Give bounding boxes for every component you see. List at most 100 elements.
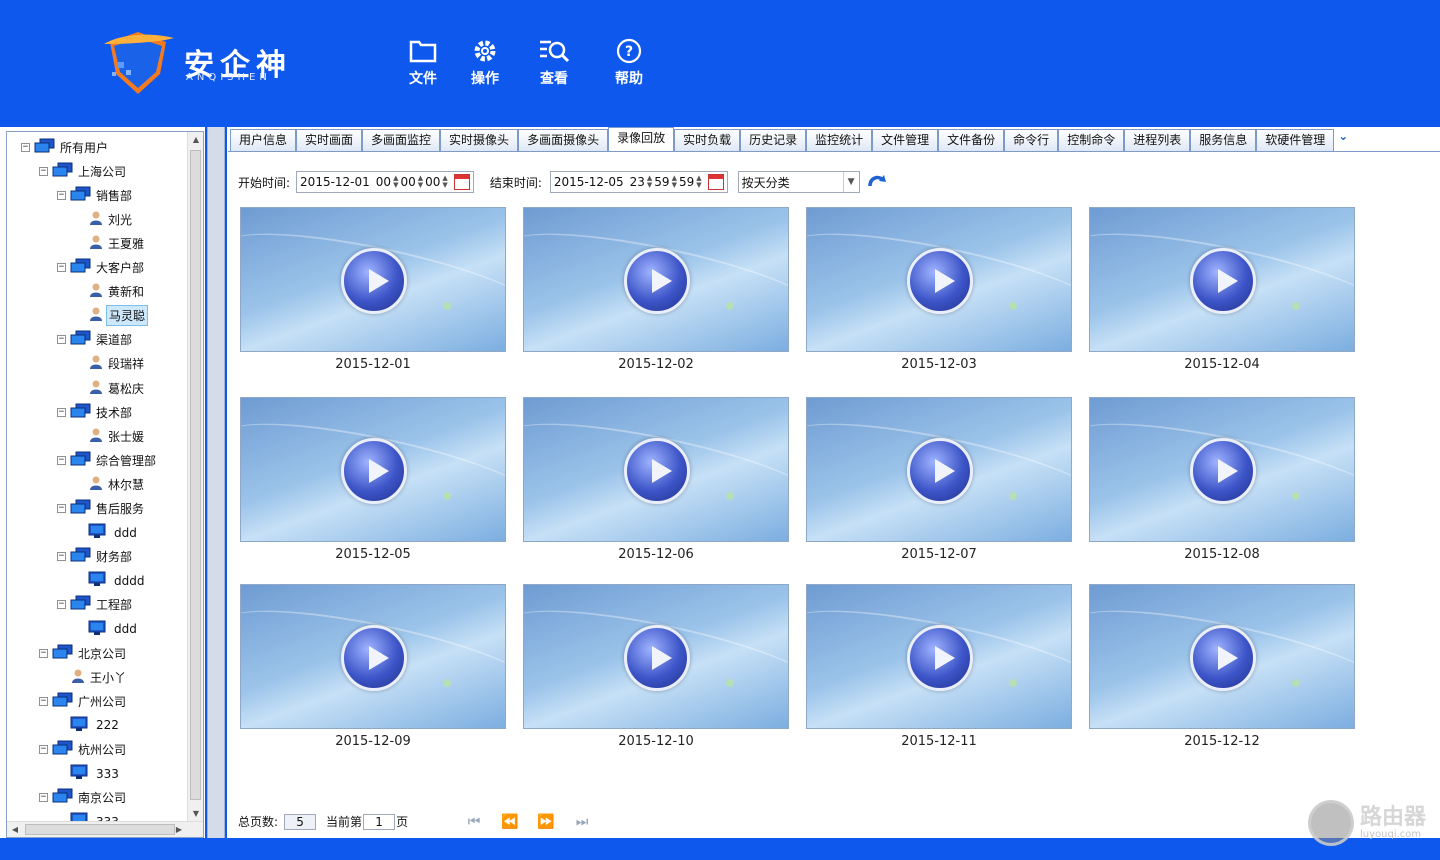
tab-6[interactable]: 实时负载 bbox=[674, 129, 741, 151]
play-icon[interactable] bbox=[907, 248, 973, 314]
collapse-toggle-icon[interactable]: − bbox=[57, 455, 66, 465]
calendar-icon[interactable] bbox=[453, 174, 470, 190]
start-hour-spinner[interactable]: ▲ ▼ bbox=[393, 175, 398, 189]
start-time-picker[interactable]: 2015-12-01 00 ▲ ▼ 00 ▲ ▼ 00 ▲ ▼ bbox=[296, 171, 474, 193]
tree-group-node[interactable]: − 财务部 bbox=[57, 547, 134, 567]
tab-8[interactable]: 监控统计 bbox=[806, 129, 873, 151]
play-icon[interactable] bbox=[907, 625, 973, 691]
tree-group-node[interactable]: − 综合管理部 bbox=[57, 450, 158, 470]
recording-thumbnail[interactable] bbox=[1089, 397, 1355, 542]
tree-group-node[interactable]: − 上海公司 bbox=[39, 161, 128, 181]
end-second-spinner[interactable]: ▲ ▼ bbox=[696, 175, 701, 189]
tree-horizontal-scrollbar[interactable]: ◀ ▶ bbox=[7, 821, 203, 837]
panel-splitter[interactable] bbox=[205, 127, 227, 838]
end-hour-spinner[interactable]: ▲ ▼ bbox=[647, 175, 652, 189]
tab-7[interactable]: 历史记录 bbox=[740, 129, 807, 151]
tree-vertical-scrollbar[interactable]: ▲ ▼ bbox=[187, 132, 203, 822]
tabs-overflow-icon[interactable]: ⌄ bbox=[1338, 129, 1354, 151]
tree-user-node[interactable]: 张士媛 bbox=[75, 426, 146, 446]
scroll-left-icon[interactable]: ◀ bbox=[7, 822, 23, 837]
play-icon[interactable] bbox=[341, 248, 407, 314]
end-time-picker[interactable]: 2015-12-05 23 ▲ ▼ 59 ▲ ▼ 59 ▲ ▼ bbox=[549, 171, 728, 193]
tree-group-node[interactable]: − 南京公司 bbox=[39, 788, 128, 808]
tree-group-node[interactable]: − 大客户部 bbox=[57, 258, 146, 278]
recording-thumbnail[interactable] bbox=[523, 207, 789, 352]
menu-help-button[interactable]: ? 帮助 bbox=[605, 38, 653, 88]
start-minute-spinner[interactable]: ▲ ▼ bbox=[418, 175, 423, 189]
recording-card[interactable]: 2015-12-02 bbox=[523, 207, 789, 372]
menu-view-button[interactable]: 查看 bbox=[530, 38, 578, 88]
group-by-select[interactable]: 按天分类 ▼ bbox=[737, 171, 860, 193]
recording-card[interactable]: 2015-12-04 bbox=[1089, 207, 1355, 372]
tree-computer-node[interactable]: dddd bbox=[75, 571, 146, 591]
start-second-value[interactable]: 00 bbox=[425, 175, 440, 189]
collapse-toggle-icon[interactable]: − bbox=[57, 407, 66, 417]
tab-0[interactable]: 用户信息 bbox=[230, 129, 297, 151]
tab-3[interactable]: 实时摄像头 bbox=[440, 129, 519, 151]
recording-card[interactable]: 2015-12-09 bbox=[240, 584, 506, 749]
menu-file-button[interactable]: 文件 bbox=[399, 38, 447, 88]
tree-user-node[interactable]: 林尔慧 bbox=[75, 474, 146, 494]
tree-user-node[interactable]: 黄新和 bbox=[75, 282, 146, 302]
tree-user-node[interactable]: 段瑞祥 bbox=[75, 354, 146, 374]
recording-thumbnail[interactable] bbox=[1089, 207, 1355, 352]
tree-group-node[interactable]: − 工程部 bbox=[57, 595, 134, 615]
tree-user-node[interactable]: 刘光 bbox=[75, 209, 134, 229]
collapse-toggle-icon[interactable]: − bbox=[39, 648, 48, 658]
tab-11[interactable]: 命令行 bbox=[1004, 129, 1059, 151]
recording-card[interactable]: 2015-12-10 bbox=[523, 584, 789, 749]
recording-thumbnail[interactable] bbox=[523, 584, 789, 729]
recording-card[interactable]: 2015-12-01 bbox=[240, 207, 506, 372]
scroll-down-icon[interactable]: ▼ bbox=[188, 806, 203, 822]
tab-5[interactable]: 录像回放 bbox=[608, 127, 675, 151]
tree-group-node[interactable]: − 售后服务 bbox=[57, 499, 146, 519]
tree-user-node[interactable]: 王小丫 bbox=[57, 667, 128, 687]
start-minute-value[interactable]: 00 bbox=[400, 175, 415, 189]
scroll-right-icon[interactable]: ▶ bbox=[171, 822, 187, 837]
play-icon[interactable] bbox=[907, 438, 973, 504]
tree-group-node[interactable]: − 渠道部 bbox=[57, 330, 134, 350]
refresh-icon[interactable] bbox=[866, 172, 888, 192]
tab-2[interactable]: 多画面监控 bbox=[362, 129, 441, 151]
recording-thumbnail[interactable] bbox=[1089, 584, 1355, 729]
tab-15[interactable]: 软硬件管理 bbox=[1256, 129, 1335, 151]
collapse-toggle-icon[interactable]: − bbox=[21, 142, 30, 152]
collapse-toggle-icon[interactable]: − bbox=[57, 552, 66, 562]
collapse-toggle-icon[interactable]: − bbox=[57, 263, 66, 272]
collapse-toggle-icon[interactable]: − bbox=[39, 745, 48, 754]
start-second-spinner[interactable]: ▲ ▼ bbox=[442, 175, 447, 189]
menu-operation-button[interactable]: 操作 bbox=[461, 38, 509, 88]
recording-card[interactable]: 2015-12-05 bbox=[240, 397, 506, 562]
start-hour-value[interactable]: 00 bbox=[376, 175, 391, 189]
tree-computer-node[interactable]: 333 bbox=[57, 764, 121, 784]
play-icon[interactable] bbox=[624, 625, 690, 691]
tree-group-node[interactable]: − 北京公司 bbox=[39, 643, 128, 663]
tree-user-node[interactable]: 马灵聪 bbox=[75, 305, 149, 327]
tree-computer-node[interactable]: 222 bbox=[57, 715, 121, 735]
calendar-icon[interactable] bbox=[707, 174, 724, 190]
last-page-icon[interactable]: ⏭ bbox=[572, 814, 592, 830]
tree-group-node[interactable]: − 技术部 bbox=[57, 402, 134, 422]
end-minute-value[interactable]: 59 bbox=[654, 175, 669, 189]
recording-thumbnail[interactable] bbox=[523, 397, 789, 542]
recording-thumbnail[interactable] bbox=[806, 207, 1072, 352]
tab-12[interactable]: 控制命令 bbox=[1058, 129, 1125, 151]
tree-group-node[interactable]: − 所有用户 bbox=[21, 137, 110, 157]
collapse-toggle-icon[interactable]: − bbox=[39, 696, 48, 706]
recording-card[interactable]: 2015-12-07 bbox=[806, 397, 1072, 562]
first-page-icon[interactable]: ⏮ bbox=[464, 814, 484, 830]
end-hour-value[interactable]: 23 bbox=[630, 175, 645, 189]
play-icon[interactable] bbox=[1190, 248, 1256, 314]
tree-computer-node[interactable]: ddd bbox=[75, 619, 139, 639]
end-second-value[interactable]: 59 bbox=[679, 175, 694, 189]
play-icon[interactable] bbox=[624, 248, 690, 314]
tree-user-node[interactable]: 王夏雅 bbox=[75, 233, 146, 253]
start-date-value[interactable]: 2015-12-01 bbox=[300, 175, 370, 189]
recording-card[interactable]: 2015-12-12 bbox=[1089, 584, 1355, 749]
chevron-down-icon[interactable]: ▼ bbox=[842, 172, 859, 192]
play-icon[interactable] bbox=[341, 625, 407, 691]
tree-computer-node[interactable]: ddd bbox=[75, 523, 139, 543]
next-page-icon[interactable]: ⏩ bbox=[536, 814, 556, 830]
collapse-toggle-icon[interactable]: − bbox=[57, 335, 66, 345]
play-icon[interactable] bbox=[341, 438, 407, 504]
